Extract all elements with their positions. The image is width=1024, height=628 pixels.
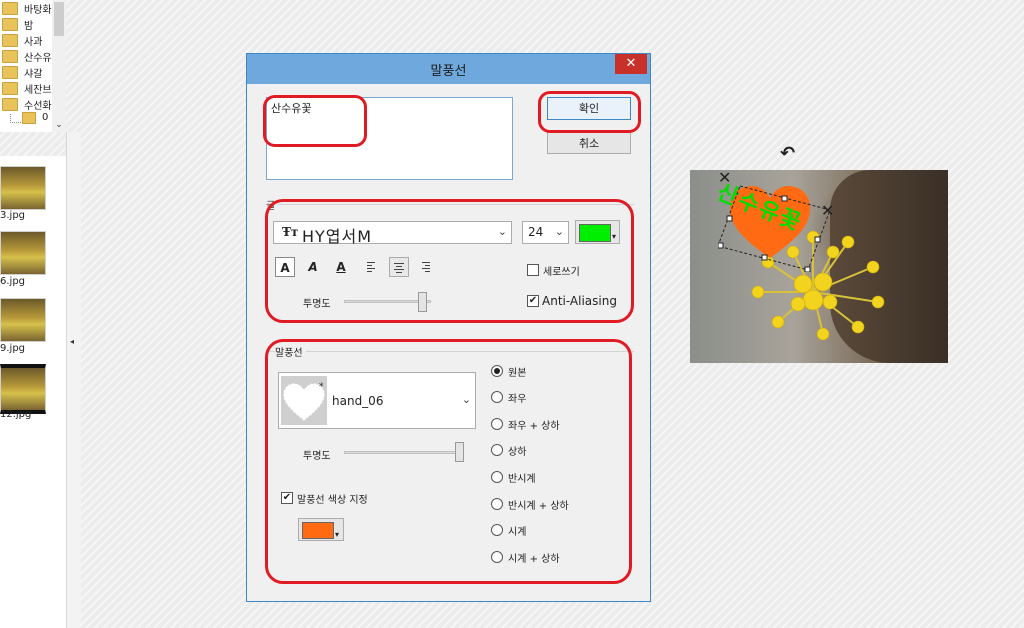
- close-button[interactable]: ✕: [615, 54, 647, 74]
- folder-icon: [2, 2, 18, 15]
- pane-splitter[interactable]: ◂: [66, 132, 81, 628]
- scrollbar-thumb[interactable]: [54, 2, 64, 36]
- thumbnail-caption: 6.jpg: [0, 276, 26, 287]
- chevron-down-icon[interactable]: ⌄: [52, 120, 66, 130]
- thumbnail-list: 3.jpg 6.jpg 9.jpg 12.jpg: [0, 156, 66, 628]
- thumbnail-image[interactable]: [0, 364, 46, 414]
- tree-item[interactable]: 수선화: [0, 96, 60, 112]
- folder-icon: [22, 112, 36, 124]
- thumbnail-caption: 9.jpg: [0, 343, 26, 354]
- speech-bubble-dialog: 말풍선 ✕ 산수유꽃 확인 취소 글 Ŧт HY엽서M ⌄ 24 ⌄ ▾ A A…: [246, 53, 651, 602]
- folder-icon: [2, 98, 18, 111]
- thumbnail-caption: 3.jpg: [0, 210, 26, 221]
- dialog-title: 말풍선: [430, 64, 467, 79]
- thumbnail-image[interactable]: [0, 298, 46, 342]
- folder-icon: [2, 66, 18, 79]
- thumbnail-caption: 12.jpg: [0, 409, 32, 420]
- annotation-highlight: [538, 91, 641, 133]
- rotate-icon[interactable]: ↶: [780, 143, 795, 164]
- thumbnail-image[interactable]: [0, 231, 46, 275]
- annotation-highlight: [265, 339, 632, 584]
- cancel-button[interactable]: 취소: [547, 132, 631, 154]
- tree-scrollbar[interactable]: ⌄: [52, 0, 66, 132]
- folder-icon: [2, 18, 18, 31]
- collapse-arrow-icon[interactable]: ◂: [70, 337, 77, 346]
- selection-frame[interactable]: [718, 182, 838, 272]
- delete-handle-icon[interactable]: ✕: [821, 201, 834, 220]
- tree-item[interactable]: 사과: [0, 32, 60, 48]
- folder-tree: 바탕화 밤 사과 산수유 샤갈 세잔브 수선화 0 ⌄: [0, 0, 66, 132]
- folder-icon: [2, 34, 18, 47]
- folder-icon: [2, 50, 18, 63]
- annotation-highlight: [265, 199, 634, 323]
- folder-icon: [2, 82, 18, 95]
- annotation-highlight: [263, 95, 367, 147]
- thumbnail-image[interactable]: [0, 166, 46, 210]
- resize-handle-icon[interactable]: ✕: [718, 170, 731, 187]
- tree-item[interactable]: 밤: [0, 16, 60, 32]
- tree-item[interactable]: 세잔브: [0, 80, 60, 96]
- tree-sub-item[interactable]: 0: [42, 112, 48, 123]
- tree-item[interactable]: 샤갈: [0, 64, 60, 80]
- tree-item[interactable]: 산수유: [0, 48, 60, 64]
- image-preview[interactable]: 산수유꽃 ✕ ✕: [690, 170, 948, 363]
- tree-item[interactable]: 바탕화: [0, 0, 60, 16]
- title-bar[interactable]: 말풍선 ✕: [247, 54, 650, 84]
